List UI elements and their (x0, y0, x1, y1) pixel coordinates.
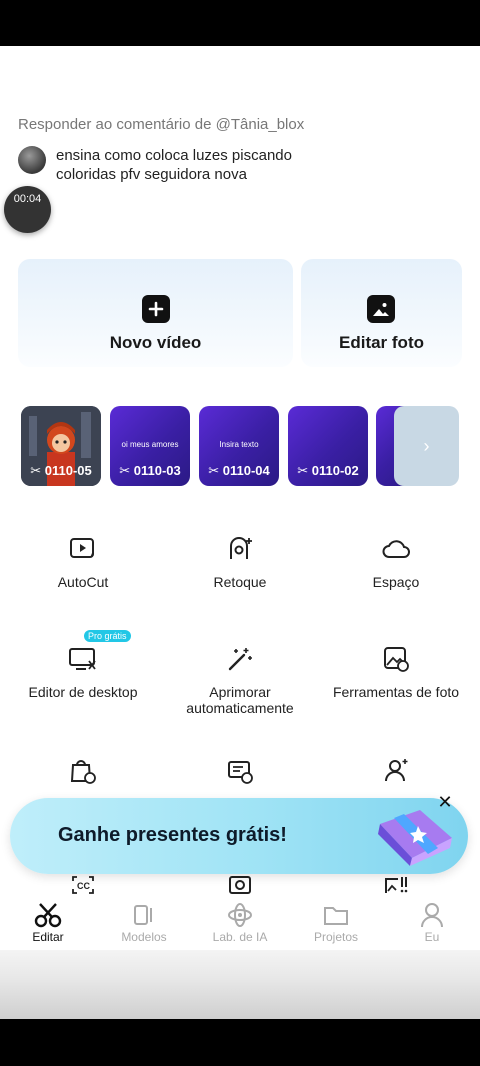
project-thumb-2[interactable]: oi meus amores ✂ 0110-03 (110, 406, 190, 486)
project-thumb-1[interactable]: ✂ 0110-05 (21, 406, 101, 486)
project-caption: ✂ 0110-03 (119, 463, 181, 478)
nav-item-ai-lab[interactable]: Lab. de IA (200, 900, 280, 944)
person-ai-icon (316, 756, 476, 786)
templates-icon (104, 900, 184, 930)
close-icon[interactable]: ✕ (433, 790, 457, 814)
tool-autocut[interactable]: AutoCut (3, 534, 163, 590)
more-projects-button[interactable]: › (394, 406, 459, 486)
nav-label: Projetos (313, 930, 359, 944)
tool-space[interactable]: Espaço (316, 534, 476, 590)
project-caption: ✂ 0110-02 (297, 463, 359, 478)
tool-retouch[interactable]: Retoque (160, 534, 320, 590)
edit-photo-label: Editar foto (339, 333, 424, 352)
tool-label: Aprimorar automaticamente (186, 684, 294, 716)
plus-square-icon (142, 295, 170, 323)
tool-label: Editor de desktop (28, 684, 138, 700)
bag-icon (3, 756, 163, 786)
profile-icon (392, 900, 472, 930)
nav-item-templates[interactable]: Modelos (104, 900, 184, 944)
project-text: Insira texto (219, 440, 259, 449)
tool-row3-2[interactable] (160, 756, 320, 786)
timer-text: 00:04 (13, 192, 42, 205)
pro-badge: Pro grátis (84, 630, 131, 642)
avatar (18, 146, 46, 174)
tool-label: Ferramentas de foto (332, 684, 460, 700)
promo-banner[interactable]: Ganhe presentes grátis! (10, 798, 468, 874)
tool-label: Retoque (213, 574, 267, 590)
nav-item-projects[interactable]: Projetos (296, 900, 376, 944)
folder-icon (296, 900, 376, 930)
photo-tools-icon (316, 644, 476, 674)
desktop-editor-icon (3, 644, 163, 674)
tool-auto-enhance[interactable]: Aprimorar automaticamente (160, 644, 320, 716)
new-video-card[interactable]: Novo vídeo (18, 259, 293, 367)
tool-row3-1[interactable] (3, 756, 163, 786)
project-thumb-4[interactable]: ✂ 0110-02 (288, 406, 368, 486)
bottom-nav: Editar Modelos Lab. de IA Projetos Eu (0, 896, 480, 951)
nav-item-profile[interactable]: Eu (392, 900, 472, 944)
project-caption: ✂ 0110-05 (30, 463, 92, 478)
project-thumb-3[interactable]: Insira texto ✂ 0110-04 (199, 406, 279, 486)
recording-timer[interactable]: 00:04 (4, 186, 51, 233)
project-text: oi meus amores (121, 440, 179, 449)
tool-label: AutoCut (57, 574, 109, 590)
tool-row3-3[interactable] (316, 756, 476, 786)
chevron-right-icon: › (423, 435, 430, 456)
new-video-label: Novo vídeo (109, 333, 202, 352)
promo-text: Ganhe presentes grátis! (58, 824, 287, 846)
photo-icon (367, 295, 395, 323)
comment-text: ensina como coloca luzes piscando colori… (56, 147, 292, 183)
cloud-icon (316, 534, 476, 564)
svg-text:CC: CC (77, 881, 90, 891)
app-screen: Responder ao comentário de @Tânia_blox e… (0, 46, 480, 1019)
scissors-icon (8, 900, 88, 930)
ai-lab-icon (200, 900, 280, 930)
nav-label: Lab. de IA (212, 930, 268, 944)
nav-label: Modelos (121, 930, 167, 944)
comment: ensina como coloca luzes piscando colori… (18, 146, 326, 184)
retouch-icon (160, 534, 320, 564)
system-bar (0, 950, 480, 1019)
tool-desktop-editor[interactable]: Editor de desktop (3, 644, 163, 700)
nav-label: Editar (32, 930, 64, 944)
project-caption: ✂ 0110-04 (208, 463, 270, 478)
reply-title: Responder ao comentário de @Tânia_blox (18, 116, 305, 133)
magic-wand-icon (160, 644, 320, 674)
nav-item-edit[interactable]: Editar (8, 900, 88, 944)
autocut-icon (3, 534, 163, 564)
screen-sparkle-icon (160, 756, 320, 786)
tool-photo-tools[interactable]: Ferramentas de foto (316, 644, 476, 700)
edit-photo-card[interactable]: Editar foto (301, 259, 462, 367)
nav-label: Eu (424, 930, 440, 944)
tool-label: Espaço (372, 574, 420, 590)
